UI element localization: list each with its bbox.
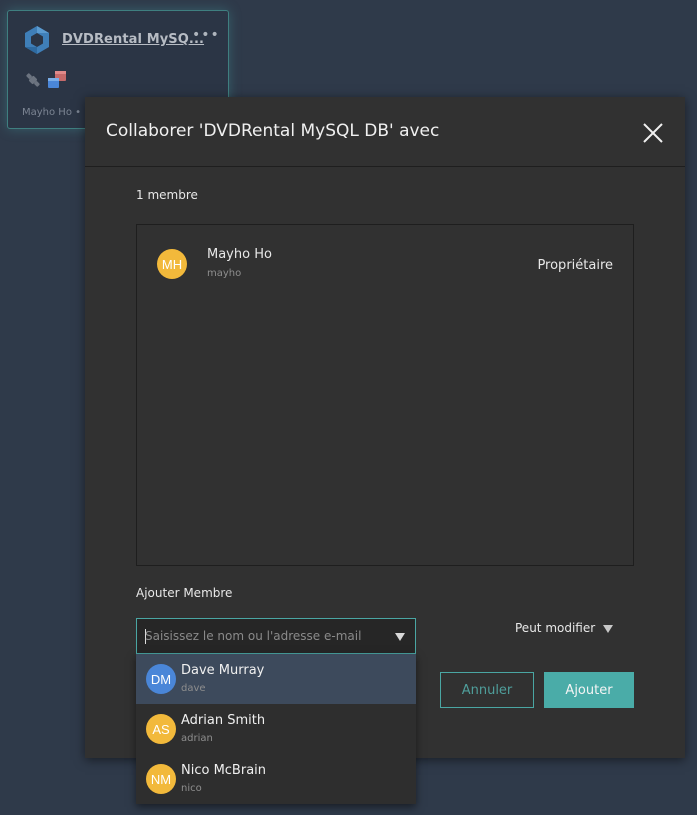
member-search-input[interactable] [145,619,385,653]
member-search-field[interactable] [136,618,416,654]
chevron-down-icon [603,624,614,633]
permission-selected-label: Peut modifier [515,621,596,635]
close-icon[interactable] [641,121,665,145]
suggestion-username: nico [181,783,202,794]
member-role: Propriétaire [537,258,613,273]
suggestion-item[interactable]: NM Nico McBrain nico [136,754,416,804]
suggestion-username: dave [181,683,206,694]
dialog-header: Collaborer 'DVDRental MySQL DB' avec [85,97,685,167]
plug-icon [26,73,40,87]
permission-select[interactable]: Peut modifier [515,621,614,635]
member-count: 1 membre [136,188,198,202]
suggestion-name: Nico McBrain [181,763,267,778]
add-member-label: Ajouter Membre [136,586,233,600]
cancel-button[interactable]: Annuler [440,672,534,708]
resource-title-link[interactable]: DVDRental MySQ... [62,32,204,47]
add-button[interactable]: Ajouter [544,672,634,708]
member-row: MH Mayho Ho mayho Propriétaire [137,225,633,301]
dialog-title: Collaborer 'DVDRental MySQL DB' avec [106,121,440,141]
avatar: DM [146,664,176,694]
chevron-down-icon[interactable] [395,633,405,641]
suggestion-item[interactable]: AS Adrian Smith adrian [136,704,416,754]
hexagon-logo-icon [25,26,49,54]
suggestion-name: Adrian Smith [181,713,266,728]
avatar: MH [157,249,187,279]
more-horizontal-icon[interactable]: ••• [192,27,220,43]
suggestion-item[interactable]: DM Dave Murray dave [136,654,416,704]
suggestion-name: Dave Murray [181,663,265,678]
resource-owner: Mayho Ho • [22,107,82,118]
member-name: Mayho Ho [207,247,272,262]
member-username: mayho [207,268,242,279]
windows-icon [48,71,66,88]
avatar: NM [146,764,176,794]
user-suggestion-list: DM Dave Murray dave AS Adrian Smith adri… [136,654,416,804]
suggestion-username: adrian [181,733,213,744]
member-list: MH Mayho Ho mayho Propriétaire [136,224,634,566]
avatar: AS [146,714,176,744]
